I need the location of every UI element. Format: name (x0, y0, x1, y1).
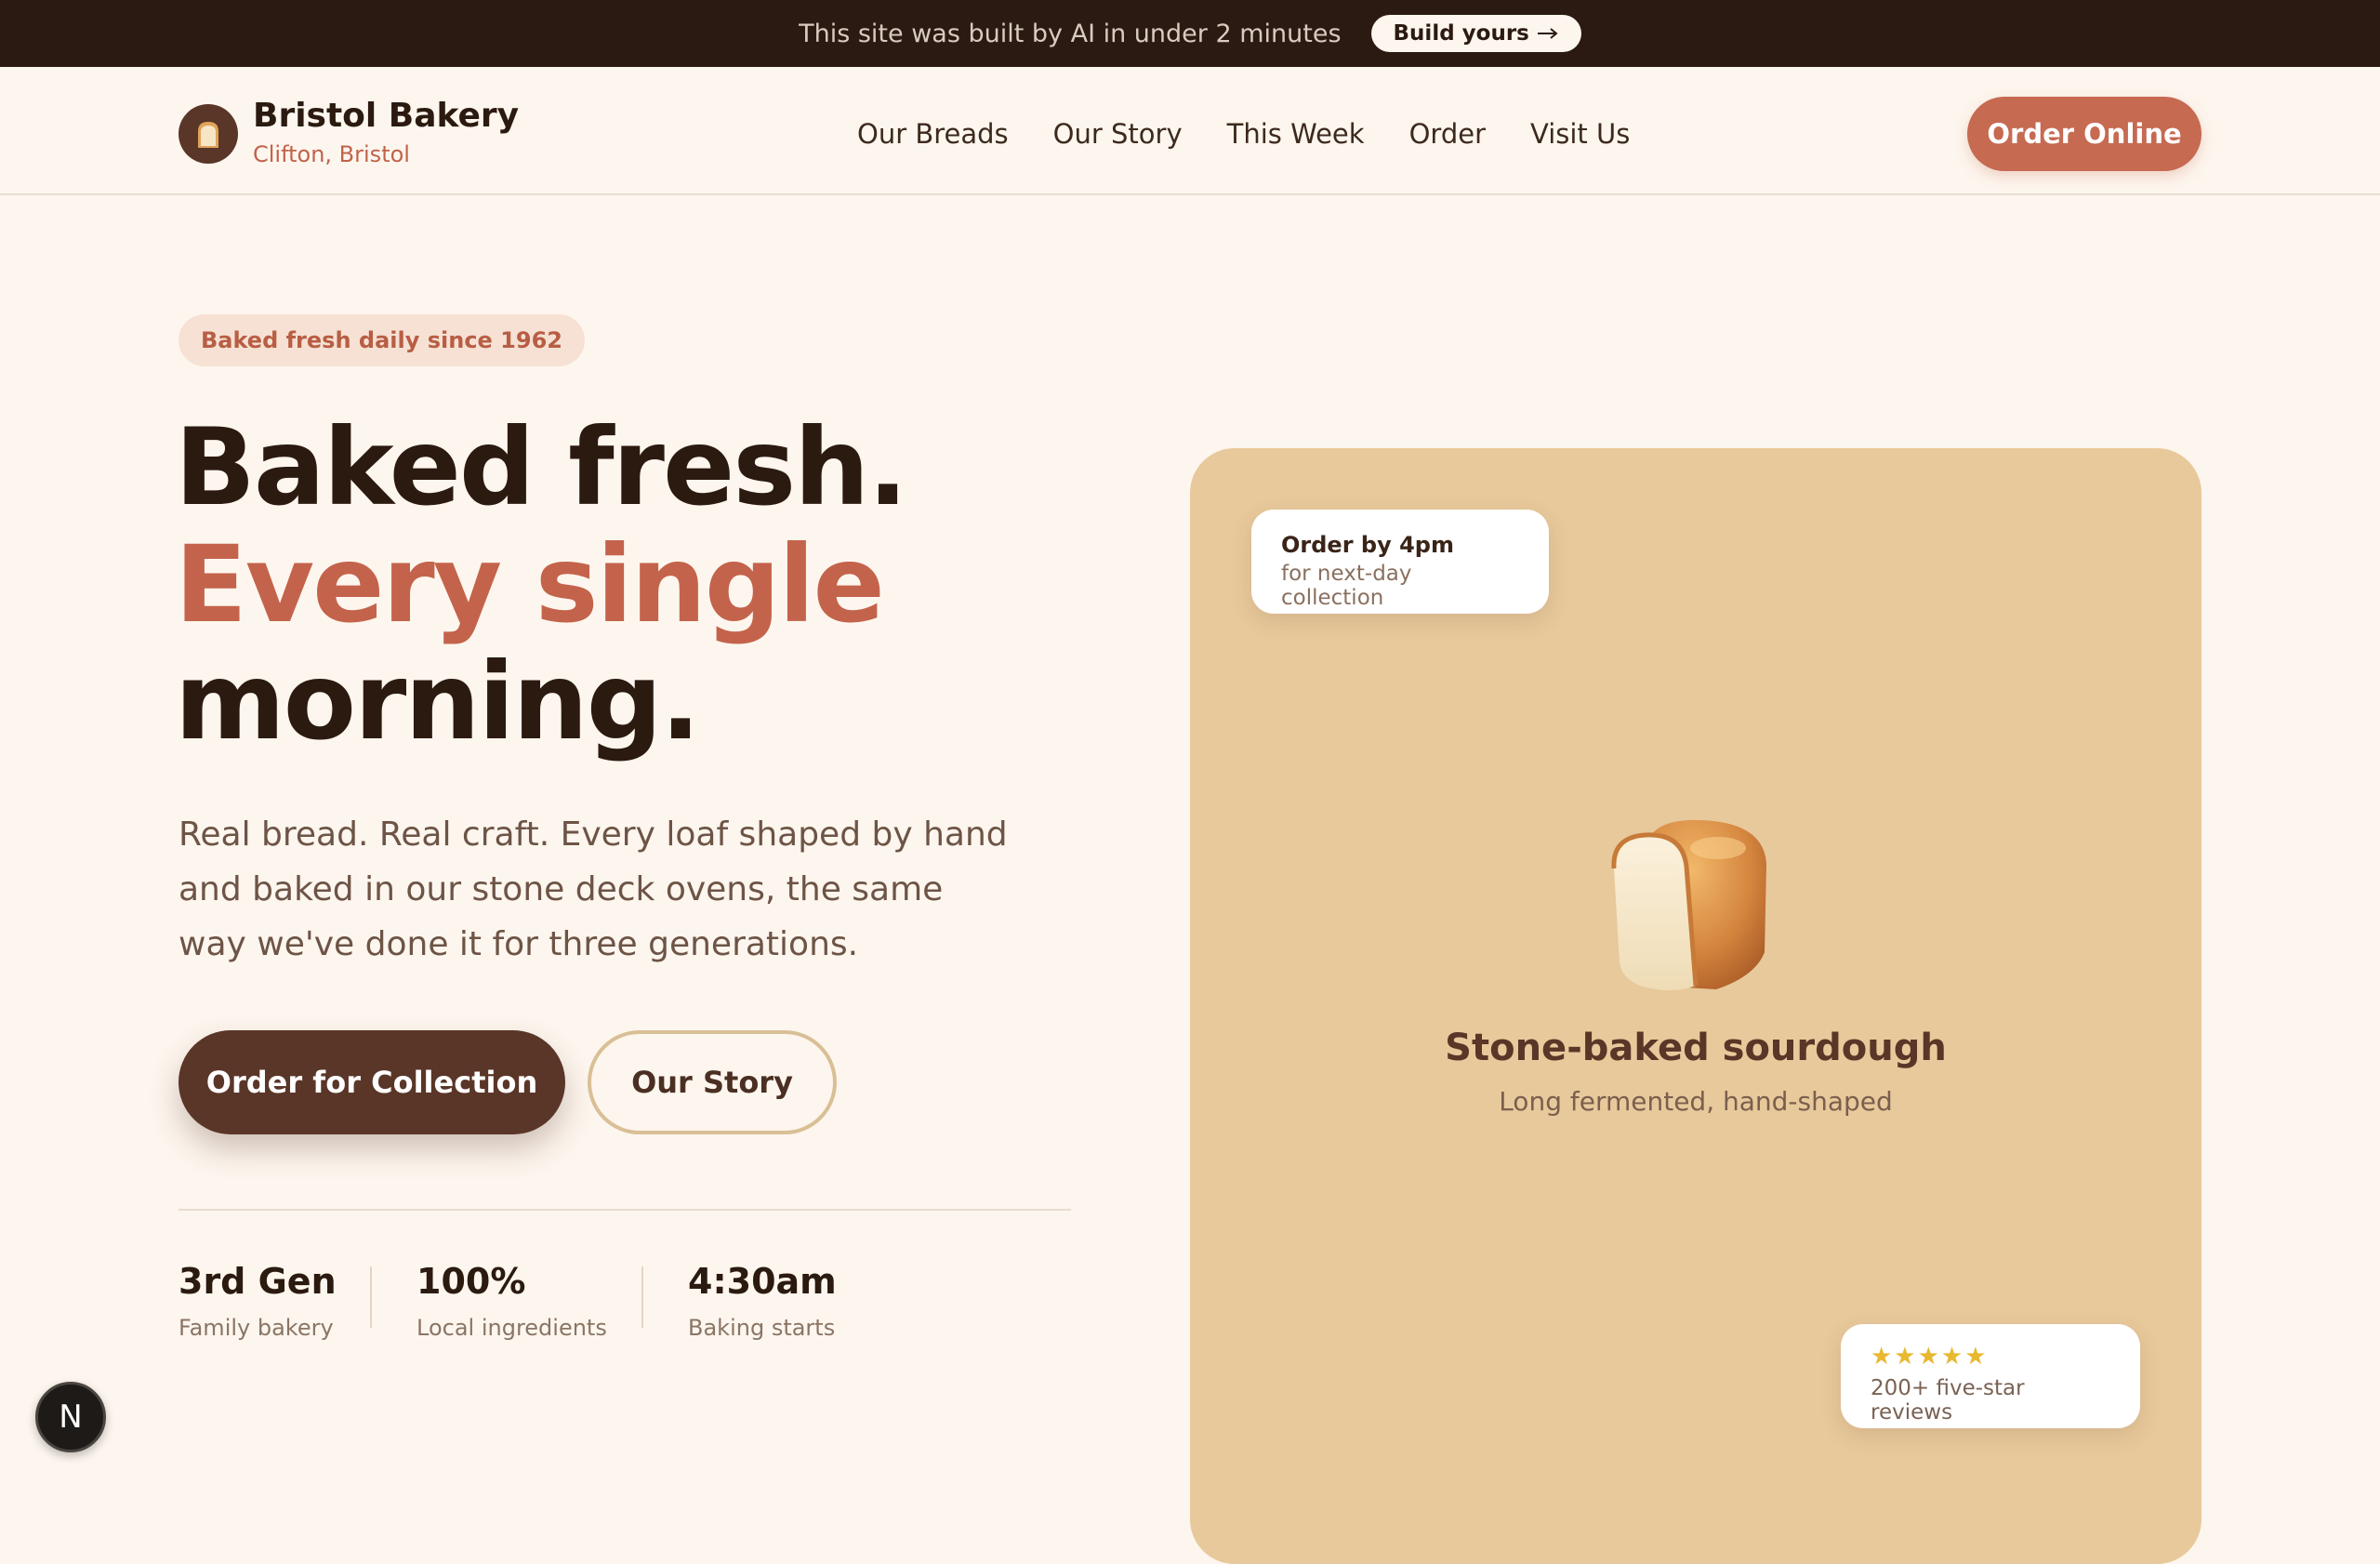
order-deadline-subtitle: for next-day collection (1281, 562, 1412, 610)
our-story-button[interactable]: Our Story (588, 1030, 837, 1134)
stat-value: 4:30am (688, 1261, 837, 1302)
bread-icon (198, 122, 218, 148)
promo-banner-text: This site was built by AI in under 2 min… (799, 19, 1342, 48)
stat-baking-time: 4:30am Baking starts (688, 1261, 837, 1341)
stat-local: 100% Local ingredients (416, 1261, 607, 1341)
stat-separator (370, 1266, 372, 1328)
logo[interactable] (178, 104, 238, 164)
headline-line-1: Baked fresh. (175, 405, 908, 529)
nav-our-breads[interactable]: Our Breads (857, 112, 1009, 156)
headline-line-3: morning. (175, 640, 701, 763)
order-online-button[interactable]: Order Online (1967, 97, 2202, 171)
stats-divider (178, 1209, 1071, 1211)
nav-visit-us[interactable]: Visit Us (1530, 112, 1630, 156)
nav-order[interactable]: Order (1409, 112, 1486, 156)
build-yours-label: Build yours (1393, 21, 1529, 46)
bread-loaf-icon (1606, 813, 1770, 995)
brand-name[interactable]: Bristol Bakery (253, 97, 519, 135)
stat-separator (641, 1266, 643, 1328)
n-logo-button[interactable]: N (35, 1382, 106, 1452)
feature-card-title: Stone-baked sourdough (1445, 1027, 1947, 1069)
stat-generation: 3rd Gen Family bakery (178, 1261, 337, 1341)
arrow-right-icon (1537, 28, 1558, 39)
order-deadline-title: Order by 4pm (1281, 532, 1454, 558)
hero-lead: Real bread. Real craft. Every loaf shape… (178, 815, 1008, 963)
site-header: Bristol Bakery Clifton, Bristol Our Brea… (0, 67, 2380, 195)
order-deadline-card: Order by 4pm for next-day collection (1251, 510, 1549, 614)
feature-card-subtitle: Long fermented, hand-shaped (1499, 1086, 1893, 1117)
hero-headline: Baked fresh. Every single morning. (175, 405, 908, 763)
headline-line-2: Every single (175, 523, 885, 646)
stat-label: Baking starts (688, 1315, 836, 1341)
nav-this-week[interactable]: This Week (1227, 112, 1365, 156)
order-for-collection-button[interactable]: Order for Collection (178, 1030, 565, 1134)
since-badge: Baked fresh daily since 1962 (178, 314, 585, 366)
brand-location: Clifton, Bristol (253, 141, 410, 167)
reviews-text: 200+ five-star reviews (1871, 1376, 2025, 1425)
promo-banner: This site was built by AI in under 2 min… (0, 0, 2380, 67)
stat-value: 100% (416, 1261, 526, 1302)
stat-label: Local ingredients (416, 1315, 607, 1341)
build-yours-button[interactable]: Build yours (1370, 15, 1581, 52)
star-rating-icon: ★★★★★ (1871, 1343, 1989, 1371)
stat-value: 3rd Gen (178, 1261, 337, 1302)
stat-label: Family bakery (178, 1315, 334, 1341)
nav-our-story[interactable]: Our Story (1053, 112, 1183, 156)
main-nav: Our Breads Our Story This Week Order Vis… (857, 112, 1630, 156)
reviews-card: ★★★★★ 200+ five-star reviews (1841, 1324, 2140, 1428)
